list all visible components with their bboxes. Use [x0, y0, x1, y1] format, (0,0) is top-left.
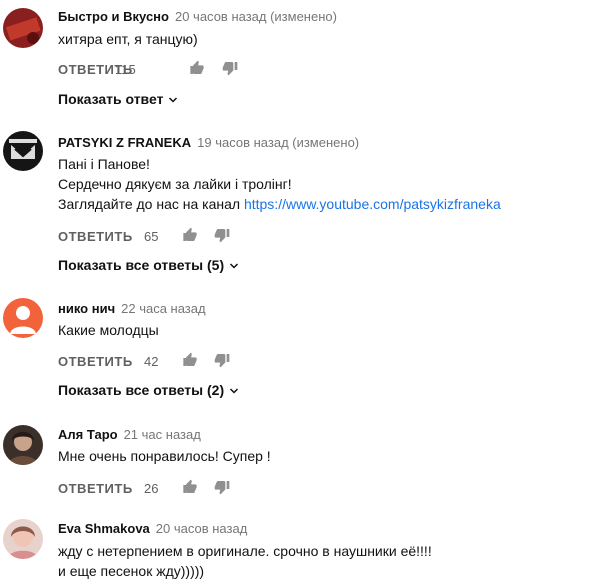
comment-author[interactable]: Eva Shmakova: [58, 521, 150, 536]
comment-text: Пані і Панове! Сердечно дякуєм за лайки …: [58, 154, 501, 214]
show-replies-button[interactable]: Показать ответ: [58, 91, 179, 107]
chevron-down-icon: [230, 388, 239, 394]
avatar[interactable]: [3, 8, 43, 48]
like-count: 42: [144, 354, 159, 369]
thumbs-down-icon[interactable]: [222, 60, 238, 76]
comment-timestamp[interactable]: 20 часов назад: [156, 521, 248, 536]
comment-text: Мне очень понравилось! Супер !: [58, 446, 271, 466]
thumbs-down-icon[interactable]: [214, 227, 230, 243]
comment-text-line: Заглядайте до нас на канал https://www.y…: [58, 194, 501, 214]
comment-text-line: жду с нетерпением в оригинале. срочно в …: [58, 543, 432, 559]
comment-author[interactable]: PATSYKI Z FRANEKA: [58, 135, 191, 150]
thumbs-up-icon[interactable]: [182, 227, 198, 243]
comment-text-line: Какие молодцы: [58, 322, 159, 338]
comment-text-line: Мне очень понравилось! Супер !: [58, 448, 271, 464]
comment-text: хитяра епт, я танцую): [58, 29, 198, 49]
thumbs-up-icon[interactable]: [189, 60, 205, 76]
comment-text-line: хитяра епт, я танцую): [58, 31, 198, 47]
comment-text-line: и еще песенок жду))))): [58, 563, 205, 579]
avatar[interactable]: [3, 519, 43, 559]
like-count: 65: [144, 229, 159, 244]
comment-text-line: Сердечно дякуєм за лайки і тролінг!: [58, 176, 292, 192]
comment-text: Какие молодцы: [58, 320, 159, 340]
thumbs-up-icon[interactable]: [182, 352, 198, 368]
thumbs-up-icon[interactable]: [182, 479, 198, 495]
reply-button[interactable]: ОТВЕТИТЬ: [58, 481, 133, 496]
show-replies-label: Показать ответ: [58, 91, 164, 107]
show-replies-label: Показать все ответы (5): [58, 257, 225, 273]
comment-text: жду с нетерпением в оригинале. срочно в …: [58, 541, 432, 581]
show-replies-button[interactable]: Показать все ответы (5): [58, 257, 240, 273]
thumbs-down-icon[interactable]: [214, 352, 230, 368]
show-replies-button[interactable]: Показать все ответы (2): [58, 382, 240, 398]
thumbs-down-icon[interactable]: [214, 479, 230, 495]
comment-author[interactable]: Быстро и Вкусно: [58, 9, 169, 24]
show-replies-label: Показать все ответы (2): [58, 382, 225, 398]
avatar[interactable]: [3, 425, 43, 465]
comment-author[interactable]: нико нич: [58, 301, 115, 316]
comment-timestamp[interactable]: 20 часов назад (изменено): [175, 9, 337, 24]
like-count: 115: [115, 62, 136, 77]
chevron-down-icon: [169, 97, 178, 103]
avatar[interactable]: [3, 298, 43, 338]
reply-button[interactable]: ОТВЕТИТЬ: [58, 354, 133, 369]
channel-link[interactable]: https://www.youtube.com/patsykizfraneka: [244, 196, 501, 212]
comment-text-line: Пані і Панове!: [58, 156, 150, 172]
comment-text-line-part: Заглядайте до нас на канал: [58, 196, 241, 212]
comment-timestamp[interactable]: 19 часов назад (изменено): [197, 135, 359, 150]
chevron-down-icon: [230, 263, 239, 269]
comment-timestamp[interactable]: 21 час назад: [124, 427, 201, 442]
reply-button[interactable]: ОТВЕТИТЬ: [58, 229, 133, 244]
like-count: 26: [144, 481, 159, 496]
comment-author[interactable]: Аля Таро: [58, 427, 118, 442]
avatar[interactable]: [3, 131, 43, 171]
comment-timestamp[interactable]: 22 часа назад: [121, 301, 205, 316]
